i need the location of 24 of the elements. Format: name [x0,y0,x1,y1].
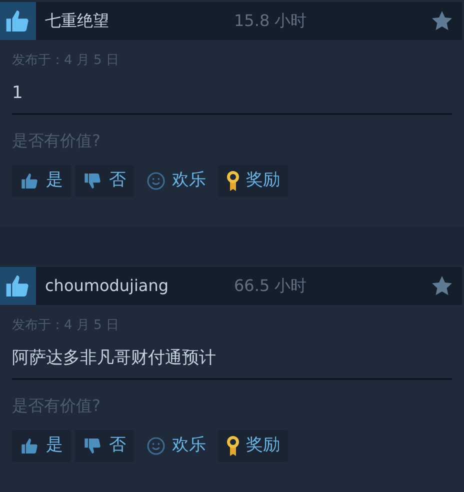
rate-button[interactable]: 否 [75,164,134,196]
thumbs-down-icon [83,170,103,190]
playtime: 66.5 小时 [234,275,307,297]
star-icon [430,274,454,298]
star-icon [430,9,454,33]
playtime: 15.8 小时 [234,10,307,32]
author-name[interactable]: 七重绝望 [45,9,234,33]
review-text: 阿萨达多非凡哥财付通预计 [12,346,217,370]
rate-button[interactable]: 欢乐 [138,164,214,196]
thumbs-up-icon [20,436,40,456]
smiley-icon [146,436,166,456]
rate-button[interactable]: 是 [12,164,71,196]
rate-button[interactable]: 奖励 [218,164,288,196]
thumbs-up-icon [20,170,40,190]
author-name[interactable]: choumodujiang [45,274,234,298]
rate-button[interactable]: 是 [12,430,71,462]
smiley-icon [146,170,166,190]
review-text: 1 [12,82,24,104]
award-ribbon-icon [226,170,240,192]
rate-button[interactable]: 欢乐 [138,430,214,462]
rate-button[interactable]: 否 [75,430,134,462]
award-ribbon-icon [226,434,240,456]
rate-button[interactable]: 奖励 [218,430,288,462]
thumbs-down-icon [83,436,103,456]
